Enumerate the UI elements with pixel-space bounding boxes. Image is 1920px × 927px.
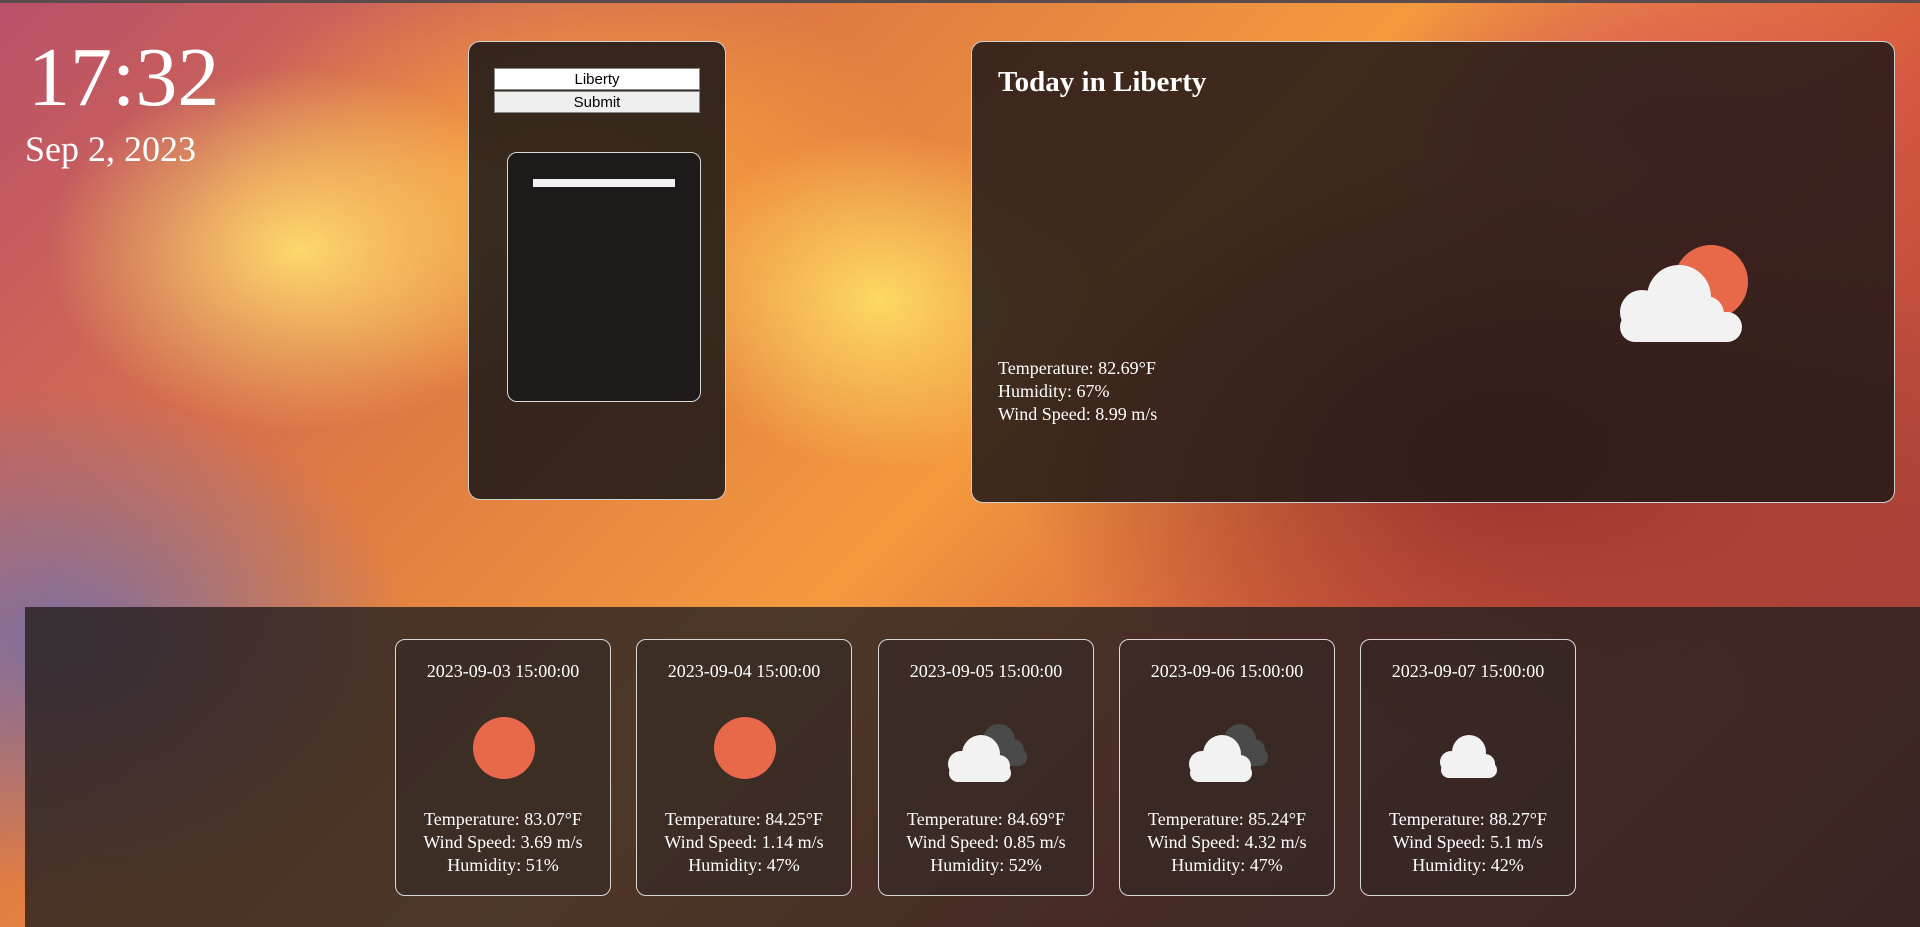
city-search-input[interactable] xyxy=(494,68,700,90)
forecast-wind-speed: Wind Speed: 1.14 m/s xyxy=(664,832,824,852)
search-history-list xyxy=(507,152,701,402)
forecast-humidity: Humidity: 47% xyxy=(688,855,800,875)
forecast-card: 2023-09-06 15:00:00 Temperature: 85.24°F… xyxy=(1119,639,1335,896)
forecast-date: 2023-09-05 15:00:00 xyxy=(909,661,1063,681)
forecast-temperature: Temperature: 84.69°F xyxy=(907,809,1065,829)
forecast-stats: Temperature: 85.24°F Wind Speed: 4.32 m/… xyxy=(1120,808,1334,877)
forecast-card: 2023-09-04 15:00:00 Temperature: 84.25°F… xyxy=(636,639,852,896)
search-history-item[interactable] xyxy=(533,179,675,187)
today-title: Today in Liberty xyxy=(998,66,1207,98)
forecast-date: 2023-09-07 15:00:00 xyxy=(1391,661,1545,681)
today-weather-panel: Today in Liberty Temperature: 82.69°F Hu… xyxy=(971,41,1895,503)
today-wind-speed: Wind Speed: 8.99 m/s xyxy=(998,404,1158,424)
broken-clouds-icon xyxy=(1189,724,1268,782)
forecast-temperature: Temperature: 84.25°F xyxy=(665,809,823,829)
five-day-forecast: 2023-09-03 15:00:00 Temperature: 83.07°F… xyxy=(25,607,1920,927)
forecast-humidity: Humidity: 52% xyxy=(930,855,1042,875)
partly-cloudy-icon xyxy=(1620,245,1748,342)
forecast-stats: Temperature: 84.69°F Wind Speed: 0.85 m/… xyxy=(879,808,1093,877)
clock-date: Sep 2, 2023 xyxy=(25,129,196,169)
top-border xyxy=(0,0,1920,3)
forecast-stats: Temperature: 88.27°F Wind Speed: 5.1 m/s… xyxy=(1361,808,1575,877)
forecast-date: 2023-09-03 15:00:00 xyxy=(426,661,580,681)
forecast-card: 2023-09-03 15:00:00 Temperature: 83.07°F… xyxy=(395,639,611,896)
clock-time: 17:32 xyxy=(28,31,220,124)
forecast-wind-speed: Wind Speed: 5.1 m/s xyxy=(1392,832,1544,852)
forecast-temperature: Temperature: 85.24°F xyxy=(1148,809,1306,829)
search-panel: Submit xyxy=(468,41,726,500)
today-temperature: Temperature: 82.69°F xyxy=(998,358,1156,378)
cloud-icon xyxy=(1440,735,1497,778)
submit-button[interactable]: Submit xyxy=(494,91,700,113)
forecast-humidity: Humidity: 51% xyxy=(447,855,559,875)
forecast-stats: Temperature: 83.07°F Wind Speed: 3.69 m/… xyxy=(396,808,610,877)
forecast-stats: Temperature: 84.25°F Wind Speed: 1.14 m/… xyxy=(637,808,851,877)
forecast-date: 2023-09-04 15:00:00 xyxy=(667,661,821,681)
forecast-card: 2023-09-05 15:00:00 Temperature: 84.69°F… xyxy=(878,639,1094,896)
broken-clouds-icon xyxy=(948,724,1027,782)
forecast-card: 2023-09-07 15:00:00 Temperature: 88.27°F… xyxy=(1360,639,1576,896)
today-stats: Temperature: 82.69°F Humidity: 67% Wind … xyxy=(998,357,1157,426)
forecast-humidity: Humidity: 42% xyxy=(1412,855,1524,875)
today-humidity: Humidity: 67% xyxy=(998,381,1110,401)
forecast-wind-speed: Wind Speed: 0.85 m/s xyxy=(906,832,1066,852)
forecast-wind-speed: Wind Speed: 3.69 m/s xyxy=(423,832,583,852)
forecast-temperature: Temperature: 83.07°F xyxy=(424,809,582,829)
forecast-humidity: Humidity: 47% xyxy=(1171,855,1283,875)
forecast-wind-speed: Wind Speed: 4.32 m/s xyxy=(1147,832,1307,852)
forecast-date: 2023-09-06 15:00:00 xyxy=(1150,661,1304,681)
sun-icon xyxy=(714,717,776,779)
forecast-temperature: Temperature: 88.27°F xyxy=(1389,809,1547,829)
sun-icon xyxy=(473,717,535,779)
